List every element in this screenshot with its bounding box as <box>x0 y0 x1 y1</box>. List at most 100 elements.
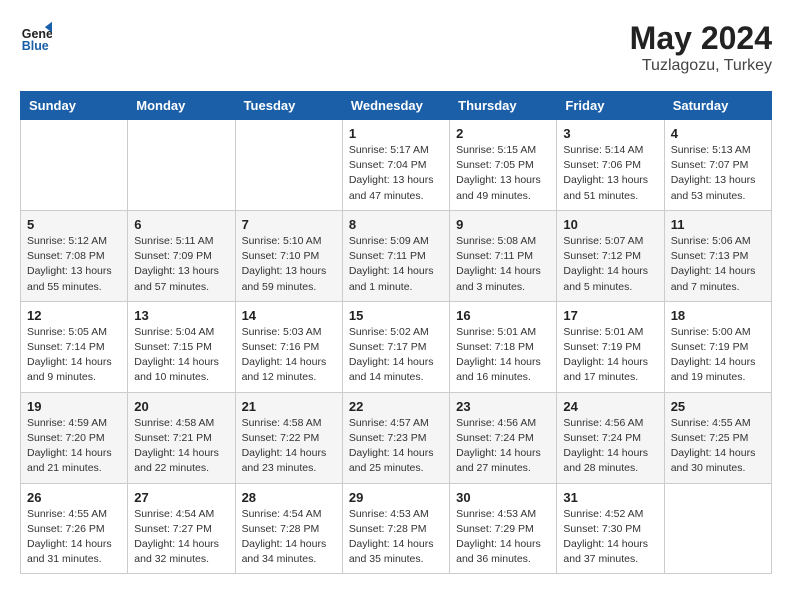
day-info: Sunrise: 4:54 AMSunset: 7:28 PMDaylight:… <box>242 507 336 568</box>
location: Tuzlagozu, Turkey <box>630 57 772 75</box>
calendar-cell <box>235 120 342 211</box>
day-number: 5 <box>27 217 121 232</box>
calendar-table: SundayMondayTuesdayWednesdayThursdayFrid… <box>20 91 772 574</box>
calendar-cell: 15 Sunrise: 5:02 AMSunset: 7:17 PMDayligh… <box>342 301 449 392</box>
day-info: Sunrise: 4:52 AMSunset: 7:30 PMDaylight:… <box>563 507 657 568</box>
day-info: Sunrise: 5:07 AMSunset: 7:12 PMDaylight:… <box>563 234 657 295</box>
calendar-cell: 17Sunrise: 5:01 AMSunset: 7:19 PMDayligh… <box>557 301 664 392</box>
day-info: Sunrise: 5:14 AMSunset: 7:06 PMDaylight:… <box>563 143 657 204</box>
day-number: 17 <box>563 308 657 323</box>
logo-icon: General Blue <box>20 20 52 52</box>
svg-text:Blue: Blue <box>22 39 49 52</box>
calendar-cell: 19Sunrise: 4:59 AMSunset: 7:20 PMDayligh… <box>21 392 128 483</box>
day-info: Sunrise: 4:55 AMSunset: 7:26 PMDaylight:… <box>27 507 121 568</box>
day-number: 2 <box>456 126 550 141</box>
calendar-cell <box>128 120 235 211</box>
calendar-cell: 10 Sunrise: 5:07 AMSunset: 7:12 PMDayligh… <box>557 210 664 301</box>
day-number: 10 <box>563 217 657 232</box>
day-number: 8 <box>349 217 443 232</box>
day-info: Sunrise: 5:03 AMSunset: 7:16 PMDaylight:… <box>242 325 336 386</box>
day-number: 1 <box>349 126 443 141</box>
calendar-cell: 24 Sunrise: 4:56 AMSunset: 7:24 PMDayligh… <box>557 392 664 483</box>
calendar-cell: 23Sunrise: 4:56 AMSunset: 7:24 PMDayligh… <box>450 392 557 483</box>
calendar-cell: 11Sunrise: 5:06 AMSunset: 7:13 PMDayligh… <box>664 210 771 301</box>
day-number: 31 <box>563 490 657 505</box>
day-number: 7 <box>242 217 336 232</box>
day-number: 24 <box>563 399 657 414</box>
weekday-header: Friday <box>557 92 664 120</box>
day-info: Sunrise: 5:05 AMSunset: 7:14 PMDaylight:… <box>27 325 121 386</box>
day-info: Sunrise: 5:10 AMSunset: 7:10 PMDaylight:… <box>242 234 336 295</box>
day-number: 16 <box>456 308 550 323</box>
day-number: 25 <box>671 399 765 414</box>
weekday-header: Tuesday <box>235 92 342 120</box>
calendar-cell: 28 Sunrise: 4:54 AMSunset: 7:28 PMDayligh… <box>235 483 342 574</box>
calendar-cell: 4 Sunrise: 5:13 AMSunset: 7:07 PMDaylight… <box>664 120 771 211</box>
calendar-cell: 6Sunrise: 5:11 AMSunset: 7:09 PMDaylight… <box>128 210 235 301</box>
calendar-week-row: 19Sunrise: 4:59 AMSunset: 7:20 PMDayligh… <box>21 392 772 483</box>
day-info: Sunrise: 5:17 AMSunset: 7:04 PMDaylight:… <box>349 143 443 204</box>
calendar-cell: 25 Sunrise: 4:55 AMSunset: 7:25 PMDayligh… <box>664 392 771 483</box>
weekday-header: Saturday <box>664 92 771 120</box>
day-number: 29 <box>349 490 443 505</box>
calendar-cell: 27 Sunrise: 4:54 AMSunset: 7:27 PMDayligh… <box>128 483 235 574</box>
calendar-cell: 29 Sunrise: 4:53 AMSunset: 7:28 PMDayligh… <box>342 483 449 574</box>
day-number: 27 <box>134 490 228 505</box>
day-info: Sunrise: 4:53 AMSunset: 7:28 PMDaylight:… <box>349 507 443 568</box>
weekday-header: Monday <box>128 92 235 120</box>
day-info: Sunrise: 5:00 AMSunset: 7:19 PMDaylight:… <box>671 325 765 386</box>
calendar-cell: 31 Sunrise: 4:52 AMSunset: 7:30 PMDayligh… <box>557 483 664 574</box>
calendar-cell: 30 Sunrise: 4:53 AMSunset: 7:29 PMDayligh… <box>450 483 557 574</box>
calendar-week-row: 1 Sunrise: 5:17 AMSunset: 7:04 PMDaylight… <box>21 120 772 211</box>
calendar-cell <box>21 120 128 211</box>
day-number: 15 <box>349 308 443 323</box>
day-number: 4 <box>671 126 765 141</box>
calendar-cell: 8 Sunrise: 5:09 AMSunset: 7:11 PMDaylight… <box>342 210 449 301</box>
day-number: 21 <box>242 399 336 414</box>
calendar-cell: 12 Sunrise: 5:05 AMSunset: 7:14 PMDayligh… <box>21 301 128 392</box>
title-block: May 2024 Tuzlagozu, Turkey <box>630 20 772 75</box>
day-info: Sunrise: 4:54 AMSunset: 7:27 PMDaylight:… <box>134 507 228 568</box>
calendar-cell: 3 Sunrise: 5:14 AMSunset: 7:06 PMDaylight… <box>557 120 664 211</box>
day-number: 13 <box>134 308 228 323</box>
weekday-header-row: SundayMondayTuesdayWednesdayThursdayFrid… <box>21 92 772 120</box>
calendar-week-row: 26 Sunrise: 4:55 AMSunset: 7:26 PMDayligh… <box>21 483 772 574</box>
day-info: Sunrise: 5:06 AMSunset: 7:13 PMDaylight:… <box>671 234 765 295</box>
calendar-cell: 7 Sunrise: 5:10 AMSunset: 7:10 PMDaylight… <box>235 210 342 301</box>
day-number: 22 <box>349 399 443 414</box>
calendar-cell: 13Sunrise: 5:04 AMSunset: 7:15 PMDayligh… <box>128 301 235 392</box>
day-info: Sunrise: 4:56 AMSunset: 7:24 PMDaylight:… <box>456 416 550 477</box>
day-info: Sunrise: 4:58 AMSunset: 7:22 PMDaylight:… <box>242 416 336 477</box>
day-info: Sunrise: 4:59 AMSunset: 7:20 PMDaylight:… <box>27 416 121 477</box>
day-info: Sunrise: 5:13 AMSunset: 7:07 PMDaylight:… <box>671 143 765 204</box>
calendar-cell: 16Sunrise: 5:01 AMSunset: 7:18 PMDayligh… <box>450 301 557 392</box>
calendar-cell: 5 Sunrise: 5:12 AMSunset: 7:08 PMDaylight… <box>21 210 128 301</box>
day-info: Sunrise: 5:12 AMSunset: 7:08 PMDaylight:… <box>27 234 121 295</box>
calendar-cell <box>664 483 771 574</box>
calendar-cell: 26 Sunrise: 4:55 AMSunset: 7:26 PMDayligh… <box>21 483 128 574</box>
day-number: 6 <box>134 217 228 232</box>
day-info: Sunrise: 4:57 AMSunset: 7:23 PMDaylight:… <box>349 416 443 477</box>
day-number: 14 <box>242 308 336 323</box>
day-number: 26 <box>27 490 121 505</box>
calendar-cell: 21 Sunrise: 4:58 AMSunset: 7:22 PMDayligh… <box>235 392 342 483</box>
day-number: 9 <box>456 217 550 232</box>
day-info: Sunrise: 4:53 AMSunset: 7:29 PMDaylight:… <box>456 507 550 568</box>
day-info: Sunrise: 4:55 AMSunset: 7:25 PMDaylight:… <box>671 416 765 477</box>
day-number: 18 <box>671 308 765 323</box>
calendar-cell: 18 Sunrise: 5:00 AMSunset: 7:19 PMDayligh… <box>664 301 771 392</box>
day-number: 12 <box>27 308 121 323</box>
calendar-cell: 2Sunrise: 5:15 AMSunset: 7:05 PMDaylight… <box>450 120 557 211</box>
day-info: Sunrise: 5:08 AMSunset: 7:11 PMDaylight:… <box>456 234 550 295</box>
calendar-week-row: 5 Sunrise: 5:12 AMSunset: 7:08 PMDaylight… <box>21 210 772 301</box>
calendar-cell: 20Sunrise: 4:58 AMSunset: 7:21 PMDayligh… <box>128 392 235 483</box>
page-header: General Blue May 2024 Tuzlagozu, Turkey <box>20 20 772 75</box>
day-number: 28 <box>242 490 336 505</box>
weekday-header: Sunday <box>21 92 128 120</box>
day-number: 30 <box>456 490 550 505</box>
day-info: Sunrise: 5:09 AMSunset: 7:11 PMDaylight:… <box>349 234 443 295</box>
day-info: Sunrise: 4:56 AMSunset: 7:24 PMDaylight:… <box>563 416 657 477</box>
day-number: 3 <box>563 126 657 141</box>
month-title: May 2024 <box>630 20 772 57</box>
day-info: Sunrise: 5:02 AMSunset: 7:17 PMDaylight:… <box>349 325 443 386</box>
